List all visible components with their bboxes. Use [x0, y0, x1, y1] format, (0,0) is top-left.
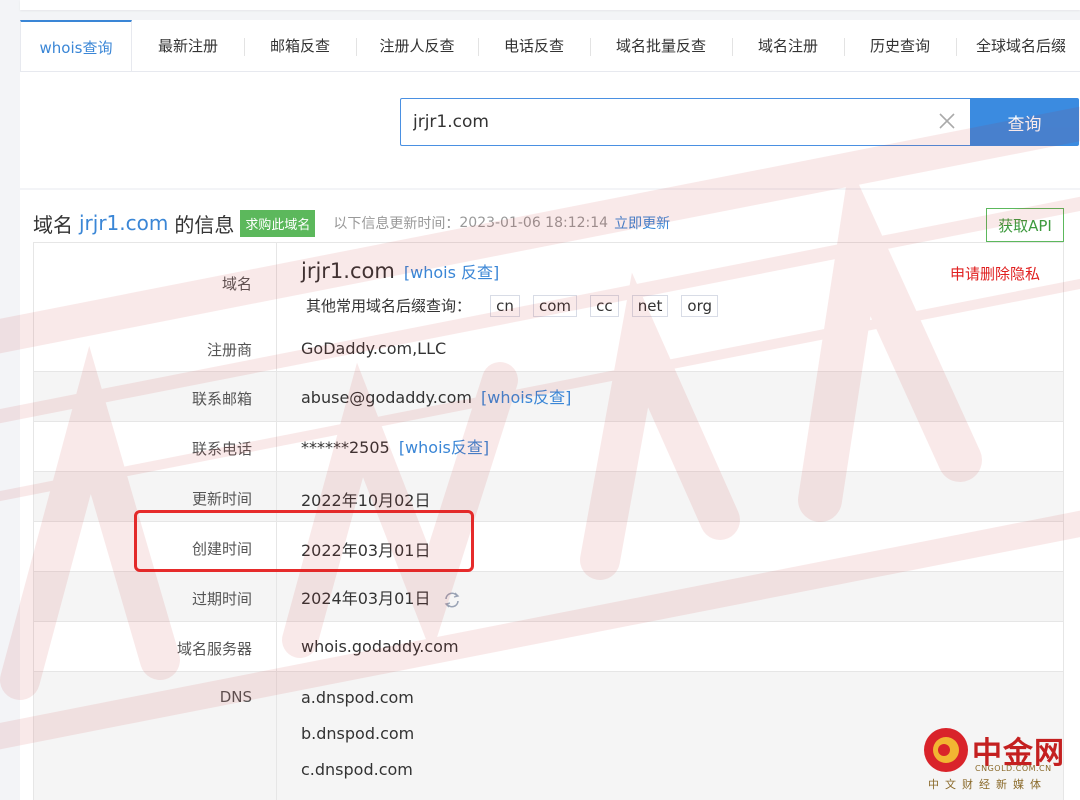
get-api-button[interactable]: 获取API — [986, 208, 1064, 242]
dns-value-1: a.dnspod.com — [301, 688, 414, 707]
title-prefix: 域名 — [33, 212, 73, 237]
tab-whois[interactable]: whois查询 — [20, 20, 132, 71]
row-label-cell: 域名 注册商 — [34, 243, 277, 371]
label-expires: 过期时间 — [191, 590, 252, 608]
row-label-cell: 联系邮箱 — [34, 372, 277, 421]
info-header: 域名 jrjr1.com 的信息 求购此域名 以下信息更新时间： 2023-01… — [33, 208, 670, 238]
dns-value-3: c.dnspod.com — [301, 760, 413, 779]
search-box — [400, 98, 970, 146]
refresh-icon[interactable] — [442, 590, 462, 610]
row-label-cell: 更新时间 — [34, 472, 277, 521]
phone-whois-reverse-link[interactable]: [whois反查] — [399, 438, 489, 457]
tab-latest-registered[interactable]: 最新注册 — [132, 20, 244, 71]
expires-line: 2024年03月01日 — [301, 585, 462, 610]
tab-bar: whois查询 最新注册 邮箱反查 注册人反查 电话反查 域名批量反查 域名注册… — [20, 20, 1080, 72]
update-label: 以下信息更新时间： — [333, 216, 460, 232]
suffix-org[interactable]: org — [681, 295, 719, 317]
row-label-cell: 联系电话 — [34, 422, 277, 471]
close-icon[interactable] — [936, 110, 958, 132]
tab-domain-register[interactable]: 域名注册 — [732, 20, 844, 71]
label-dns: DNS — [219, 688, 252, 706]
row-label-cell: 过期时间 — [34, 572, 277, 621]
title-domain: jrjr1.com — [79, 211, 169, 235]
title-suffix: 的信息 — [174, 212, 235, 237]
tab-registrant-reverse[interactable]: 注册人反查 — [356, 20, 478, 71]
suffix-com[interactable]: com — [532, 295, 578, 317]
table-row-updated: 更新时间 2022年10月02日 — [34, 471, 1063, 521]
email-line: abuse@godaddy.com [whois反查] — [301, 384, 571, 408]
suffix-cn[interactable]: cn — [490, 295, 520, 317]
row-label-cell: 域名服务器 — [34, 622, 277, 671]
expires-value: 2024年03月01日 — [301, 589, 431, 608]
row-label-cell: DNS — [34, 672, 277, 800]
email-whois-reverse-link[interactable]: [whois反查] — [481, 388, 571, 407]
phone-value: ******2505 — [301, 438, 390, 457]
cngold-logo: 中金网 CNGOLD.COM.CN 中文财经新媒体 — [920, 726, 1070, 796]
whois-server-value: whois.godaddy.com — [301, 637, 459, 656]
tab-batch-reverse[interactable]: 域名批量反查 — [590, 20, 732, 71]
email-value: abuse@godaddy.com — [301, 388, 472, 407]
label-email: 联系邮箱 — [191, 390, 252, 408]
label-created: 创建时间 — [191, 540, 252, 558]
table-row-expires: 过期时间 2024年03月01日 — [34, 571, 1063, 621]
whois-info-panel: 域名 jrjr1.com 的信息 求购此域名 以下信息更新时间： 2023-01… — [20, 190, 1080, 800]
update-time: 2023-01-06 18:12:14 — [459, 215, 609, 231]
label-updated: 更新时间 — [191, 490, 252, 508]
updated-value: 2022年10月02日 — [301, 491, 431, 510]
table-row-created: 创建时间 2022年03月01日 — [34, 521, 1063, 571]
suffix-cc[interactable]: cc — [590, 295, 619, 317]
whois-table: 域名 注册商 jrjr1.com [whois 反查] 其他常用域名后缀查询： … — [33, 242, 1064, 800]
registrar-value: GoDaddy.com,LLC — [301, 339, 447, 358]
domain-whois-reverse-link[interactable]: [whois 反查] — [404, 263, 499, 282]
suffix-label: 其他常用域名后缀查询： — [306, 297, 472, 315]
suffix-line: 其他常用域名后缀查询： cn com cc net org — [306, 295, 726, 317]
table-row-phone: 联系电话 ******2505 [whois反查] — [34, 421, 1063, 471]
label-registrar: 注册商 — [206, 341, 252, 359]
table-row-whois-server: 域名服务器 whois.godaddy.com — [34, 621, 1063, 671]
domain-value: jrjr1.com — [301, 259, 395, 283]
label-domain: 域名 — [221, 275, 252, 293]
query-button[interactable]: 查询 — [970, 98, 1079, 146]
logo-mark-icon — [924, 728, 968, 772]
tab-phone-reverse[interactable]: 电话反查 — [478, 20, 590, 71]
dns-value-2: b.dnspod.com — [301, 724, 415, 743]
created-value: 2022年03月01日 — [301, 541, 431, 560]
tab-global-suffix[interactable]: 全球域名后缀 — [956, 20, 1080, 71]
tab-history[interactable]: 历史查询 — [844, 20, 956, 71]
search-panel: whois查询 最新注册 邮箱反查 注册人反查 电话反查 域名批量反查 域名注册… — [20, 20, 1080, 188]
search-input[interactable] — [401, 99, 921, 145]
phone-line: ******2505 [whois反查] — [301, 434, 489, 458]
suffix-net[interactable]: net — [631, 295, 669, 317]
tab-email-reverse[interactable]: 邮箱反查 — [244, 20, 356, 71]
logo-domain: CNGOLD.COM.CN — [975, 764, 1052, 773]
label-whois-server: 域名服务器 — [176, 640, 252, 658]
logo-tagline: 中文财经新媒体 — [928, 778, 1047, 791]
domain-value-line: jrjr1.com [whois 反查] — [301, 259, 499, 283]
table-row-domain: 域名 注册商 jrjr1.com [whois 反查] 其他常用域名后缀查询： … — [34, 243, 1063, 371]
table-row-email: 联系邮箱 abuse@godaddy.com [whois反查] — [34, 371, 1063, 421]
request-privacy-removal-link[interactable]: 申请删除隐私 — [950, 263, 1040, 284]
update-now-link[interactable]: 立即更新 — [614, 213, 670, 233]
table-row-dns: DNS a.dnspod.com b.dnspod.com c.dnspod.c… — [34, 671, 1063, 800]
top-strip — [20, 0, 1080, 10]
buy-domain-button[interactable]: 求购此域名 — [240, 209, 316, 237]
label-phone: 联系电话 — [191, 440, 252, 458]
row-label-cell: 创建时间 — [34, 522, 277, 571]
